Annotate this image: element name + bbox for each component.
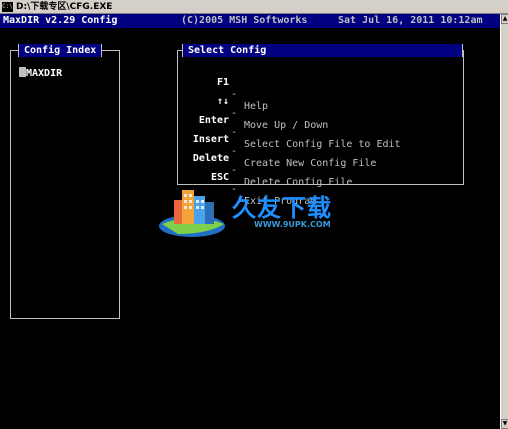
watermark-url: WWW.9UPK.COM bbox=[254, 220, 331, 229]
copyright-text: (C)2005 MSH Softworks bbox=[181, 15, 308, 26]
watermark-text: 久友下载 bbox=[232, 193, 332, 222]
date-time: Sat Jul 16, 2011 10:12am bbox=[338, 15, 483, 26]
vertical-scrollbar[interactable]: ▲ ▼ bbox=[500, 14, 508, 429]
watermark-logo: 久友下载 WWW.9UPK.COM bbox=[158, 182, 348, 242]
watermark-building-icon bbox=[159, 190, 225, 237]
config-index-title: Config Index bbox=[18, 44, 103, 57]
config-index-panel: Config Index MAXDIR bbox=[10, 44, 120, 319]
create-row: Insert - Create New Config File bbox=[178, 122, 465, 169]
console-icon[interactable]: C:\ bbox=[2, 2, 13, 12]
scroll-up-icon[interactable]: ▲ bbox=[501, 14, 508, 24]
exit-row: ESC - Exit Program bbox=[178, 160, 465, 207]
delete-row: Delete - Delete Config File bbox=[178, 141, 465, 188]
app-header: MaxDIR v2.29 Config (C)2005 MSH Softwork… bbox=[0, 14, 500, 28]
select-row: Enter - Select Config File to Edit bbox=[178, 103, 465, 150]
window-title: D:\下载专区\CFG.EXE bbox=[16, 2, 113, 12]
list-item-label: MAXDIR bbox=[26, 68, 63, 79]
scroll-down-icon[interactable]: ▼ bbox=[501, 419, 508, 429]
help-row: F1 - Help bbox=[178, 65, 465, 112]
move-row: ↑↓ - Move Up / Down bbox=[178, 84, 465, 131]
window-title-bar[interactable]: C:\ D:\下载专区\CFG.EXE bbox=[0, 0, 508, 14]
app-name: MaxDIR v2.29 Config bbox=[3, 15, 118, 26]
cursor-block-icon bbox=[19, 67, 26, 77]
list-item[interactable]: MAXDIR bbox=[19, 67, 62, 80]
select-config-title: Select Config bbox=[182, 44, 463, 57]
select-config-panel: Select Config F1 - Help ↑↓ - Move Up / D… bbox=[177, 44, 465, 207]
